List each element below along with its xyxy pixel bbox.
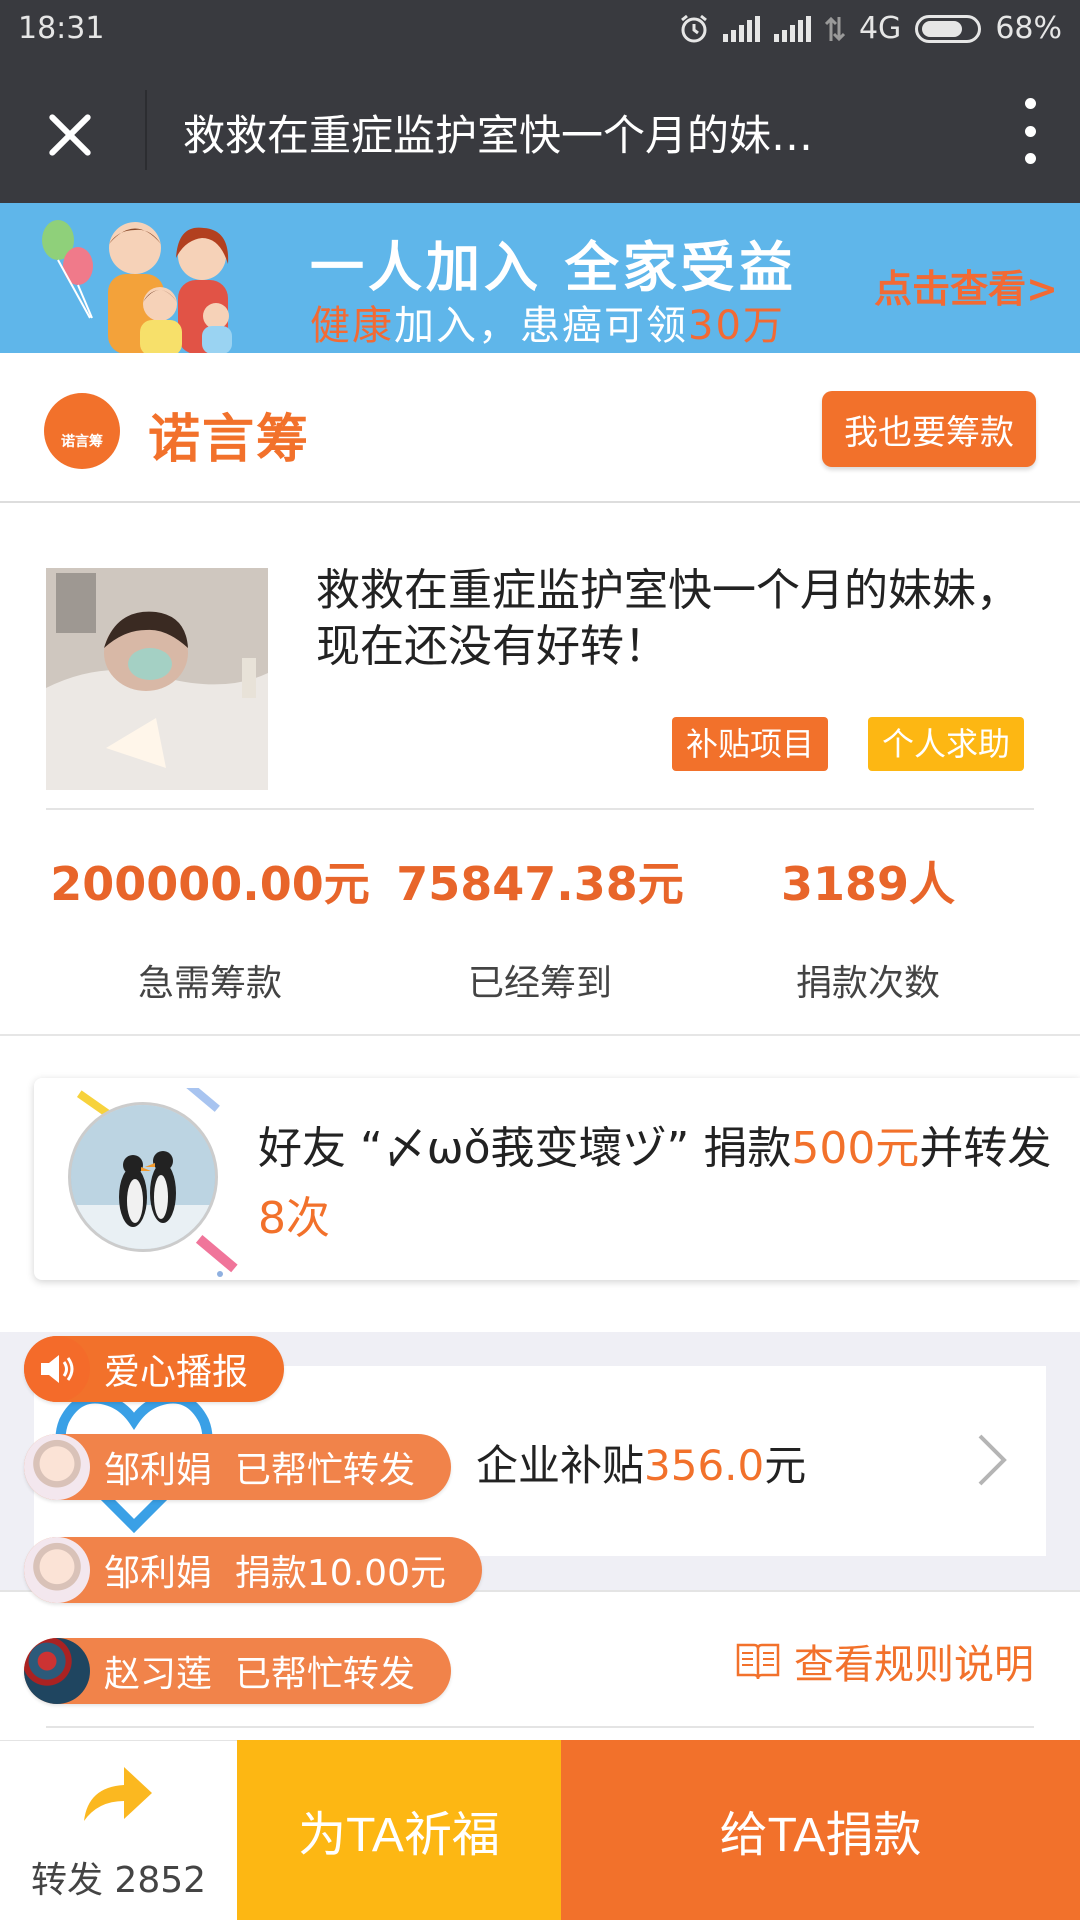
friend-donation-text: 好友 “〆ωǒ莪变壞ヅ” 捐款500元并转发8次 xyxy=(258,1123,1052,1244)
title-divider xyxy=(145,90,147,170)
donate-button[interactable]: 给TA捐款 xyxy=(561,1740,1080,1920)
rules-link[interactable]: 查看规则说明 xyxy=(736,1632,1034,1690)
speaker-icon xyxy=(24,1336,90,1402)
close-icon[interactable] xyxy=(40,105,100,165)
project-card: 救救在重症监护室快一个月的妹妹，现在还没有好转！ 补贴项目 个人求助 20000… xyxy=(0,503,1080,1036)
stat-target-value: 200000.00元 xyxy=(50,857,370,911)
battery-icon xyxy=(915,14,982,43)
friend-avatar xyxy=(68,1102,218,1252)
divider xyxy=(46,1726,1034,1728)
battery-percent: 68% xyxy=(995,11,1062,46)
brand-header: 诺言筹 诺言筹 我也要筹款 xyxy=(0,353,1080,503)
divider xyxy=(46,808,1034,810)
friend-donation-card[interactable]: 好友 “〆ωǒ莪变壞ヅ” 捐款500元并转发8次 xyxy=(34,1078,1080,1280)
pray-button[interactable]: 为TA祈福 xyxy=(237,1740,561,1920)
broadcast-item: 邹利娟 已帮忙转发 xyxy=(24,1434,451,1500)
subsidy-text: 企业补贴356.0元 xyxy=(476,1441,807,1490)
stat-raised-value: 75847.38元 xyxy=(396,857,684,911)
broadcast-item: 赵习莲 已帮忙转发 xyxy=(24,1638,451,1704)
project-title: 救救在重症监护室快一个月的妹妹，现在还没有好转！ xyxy=(316,565,1020,672)
banner-cta-link[interactable]: 点击查看> xyxy=(874,258,1058,313)
broadcast-title: 爱心播报 xyxy=(104,1352,249,1393)
banner-subline: 健康加入，患癌可领30万 xyxy=(310,303,785,349)
banner-headline: 一人加入 全家受益 xyxy=(310,236,797,299)
tag-personal-help: 个人求助 xyxy=(868,717,1025,771)
broadcast-name: 邹利娟 xyxy=(104,1553,213,1594)
book-icon xyxy=(736,1643,780,1680)
stat-donors-value: 3189人 xyxy=(780,857,956,911)
data-arrows-icon xyxy=(824,16,845,41)
penguin-illustration xyxy=(71,1105,215,1249)
rules-label: 查看规则说明 xyxy=(794,1642,1034,1688)
network-type: 4G xyxy=(858,11,902,46)
bottom-action-bar: 转发 2852 为TA祈福 给TA捐款 xyxy=(0,1740,1080,1920)
stat-donors-label: 捐款次数 xyxy=(795,963,940,1004)
broadcast-header: 爱心播报 xyxy=(24,1336,285,1402)
stat-raised-label: 已经筹到 xyxy=(467,963,612,1004)
broadcast-action: 已帮忙转发 xyxy=(234,1450,415,1491)
stat-donors: 3189人 捐款次数 xyxy=(703,848,1033,1006)
brand-name: 诺言筹 xyxy=(148,410,311,470)
start-fundraising-button[interactable]: 我也要筹款 xyxy=(822,391,1036,467)
broadcast-action: 捐款10.00元 xyxy=(234,1553,446,1594)
signal-icon xyxy=(773,15,811,42)
top-bar: 18:31 4G 68% 救救在重症监护室快一个月的妹… xyxy=(0,0,1080,203)
more-vertical-icon[interactable] xyxy=(1020,98,1040,164)
page-title: 救救在重症监护室快一个月的妹… xyxy=(183,111,814,160)
alarm-icon xyxy=(681,14,707,42)
broadcast-name: 邹利娟 xyxy=(104,1450,213,1491)
avatar xyxy=(24,1537,90,1603)
stat-target: 200000.00元 急需筹款 xyxy=(45,848,375,1006)
insurance-banner[interactable]: 一人加入 全家受益 健康加入，患癌可领30万 点击查看> xyxy=(0,203,1080,353)
broadcast-item: 邹利娟 捐款10.00元 xyxy=(24,1537,482,1603)
share-button[interactable]: 转发 2852 xyxy=(0,1740,237,1920)
signal-icon xyxy=(722,15,760,42)
stat-raised: 75847.38元 已经筹到 xyxy=(375,848,705,1006)
title-bar: 救救在重症监护室快一个月的妹… xyxy=(0,60,1080,203)
share-arrow-icon xyxy=(84,1767,152,1821)
stat-target-label: 急需筹款 xyxy=(137,963,282,1004)
broadcast-name: 赵习莲 xyxy=(104,1654,213,1695)
status-bar: 18:31 4G 68% xyxy=(0,0,1080,60)
avatar xyxy=(24,1434,90,1500)
chevron-right-icon xyxy=(978,1434,1007,1486)
project-photo[interactable] xyxy=(46,568,268,790)
brand-logo: 诺言筹 xyxy=(44,393,120,469)
patient-photo-illustration xyxy=(46,568,268,790)
share-label: 转发 2852 xyxy=(30,1860,207,1901)
avatar xyxy=(24,1638,90,1704)
status-icons: 4G 68% xyxy=(679,11,1062,46)
family-illustration xyxy=(42,220,232,353)
tag-subsidy: 补贴项目 xyxy=(672,717,829,771)
status-time: 18:31 xyxy=(18,11,105,46)
broadcast-action: 已帮忙转发 xyxy=(234,1654,415,1695)
